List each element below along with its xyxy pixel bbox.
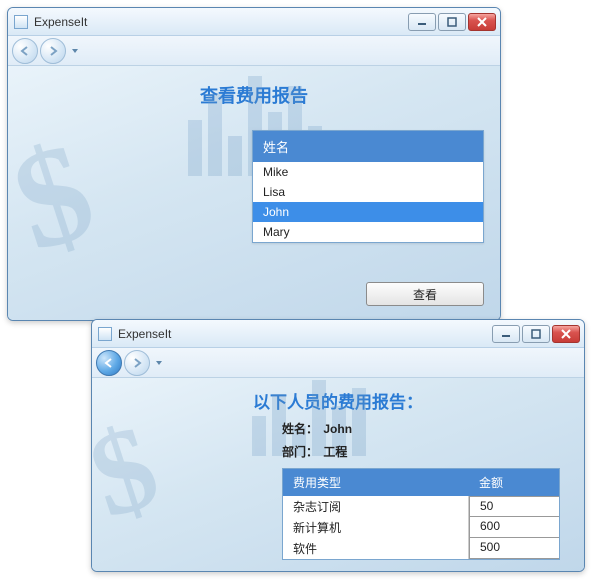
cell-expense-type: 软件 xyxy=(283,538,469,559)
expense-table: 费用类型 金额 杂志订阅50新计算机600软件500 xyxy=(282,468,560,560)
maximize-button[interactable] xyxy=(438,13,466,31)
view-button[interactable]: 查看 xyxy=(366,282,484,306)
page-heading: 查看费用报告 xyxy=(8,66,500,108)
titlebar[interactable]: ExpenseIt xyxy=(92,320,584,348)
cell-amount: 500 xyxy=(469,538,559,559)
col-amount: 金额 xyxy=(469,469,559,496)
app-icon xyxy=(98,327,112,341)
person-info: 姓名： John 部门： 工程 xyxy=(282,420,352,466)
nav-forward-button[interactable] xyxy=(40,38,66,64)
app-icon xyxy=(14,15,28,29)
nav-history-dropdown[interactable] xyxy=(68,38,82,64)
titlebar[interactable]: ExpenseIt xyxy=(8,8,500,36)
client-area: $ 以下人员的费用报告： 姓名： John 部门： 工程 费用类型 金额 杂志订… xyxy=(92,378,584,571)
page-heading: 以下人员的费用报告： xyxy=(92,378,584,413)
cell-amount: 600 xyxy=(469,517,559,538)
name-label: 姓名： xyxy=(282,422,318,436)
nav-toolbar xyxy=(8,36,500,66)
col-expense-type: 费用类型 xyxy=(283,469,469,496)
close-button[interactable] xyxy=(468,13,496,31)
close-button[interactable] xyxy=(552,325,580,343)
table-row: 软件500 xyxy=(283,538,559,559)
table-row: 新计算机600 xyxy=(283,517,559,538)
maximize-button[interactable] xyxy=(522,325,550,343)
window-title: ExpenseIt xyxy=(118,327,492,341)
minimize-button[interactable] xyxy=(408,13,436,31)
nav-history-dropdown[interactable] xyxy=(152,350,166,376)
minimize-button[interactable] xyxy=(492,325,520,343)
list-header: 姓名 xyxy=(253,131,483,162)
name-list-panel: 姓名 MikeLisaJohnMary xyxy=(252,130,484,243)
name-value: John xyxy=(323,422,352,436)
nav-back-button[interactable] xyxy=(96,350,122,376)
nav-back-button[interactable] xyxy=(12,38,38,64)
window-expense-report: ExpenseIt $ xyxy=(91,319,585,572)
nav-toolbar xyxy=(92,348,584,378)
dept-label: 部门： xyxy=(282,445,318,459)
nav-forward-button[interactable] xyxy=(124,350,150,376)
window-select-person: ExpenseIt $ xyxy=(7,7,501,321)
list-item[interactable]: Mary xyxy=(253,222,483,242)
client-area: $ 查看费用报告 姓名 MikeLisaJohnMary 查看 xyxy=(8,66,500,320)
list-item[interactable]: Mike xyxy=(253,162,483,182)
window-title: ExpenseIt xyxy=(34,15,408,29)
cell-expense-type: 新计算机 xyxy=(283,517,469,538)
name-list[interactable]: MikeLisaJohnMary xyxy=(253,162,483,242)
table-row: 杂志订阅50 xyxy=(283,496,559,517)
list-item[interactable]: John xyxy=(253,202,483,222)
list-item[interactable]: Lisa xyxy=(253,182,483,202)
cell-amount: 50 xyxy=(469,496,559,517)
cell-expense-type: 杂志订阅 xyxy=(283,496,469,517)
dept-value: 工程 xyxy=(323,445,347,459)
